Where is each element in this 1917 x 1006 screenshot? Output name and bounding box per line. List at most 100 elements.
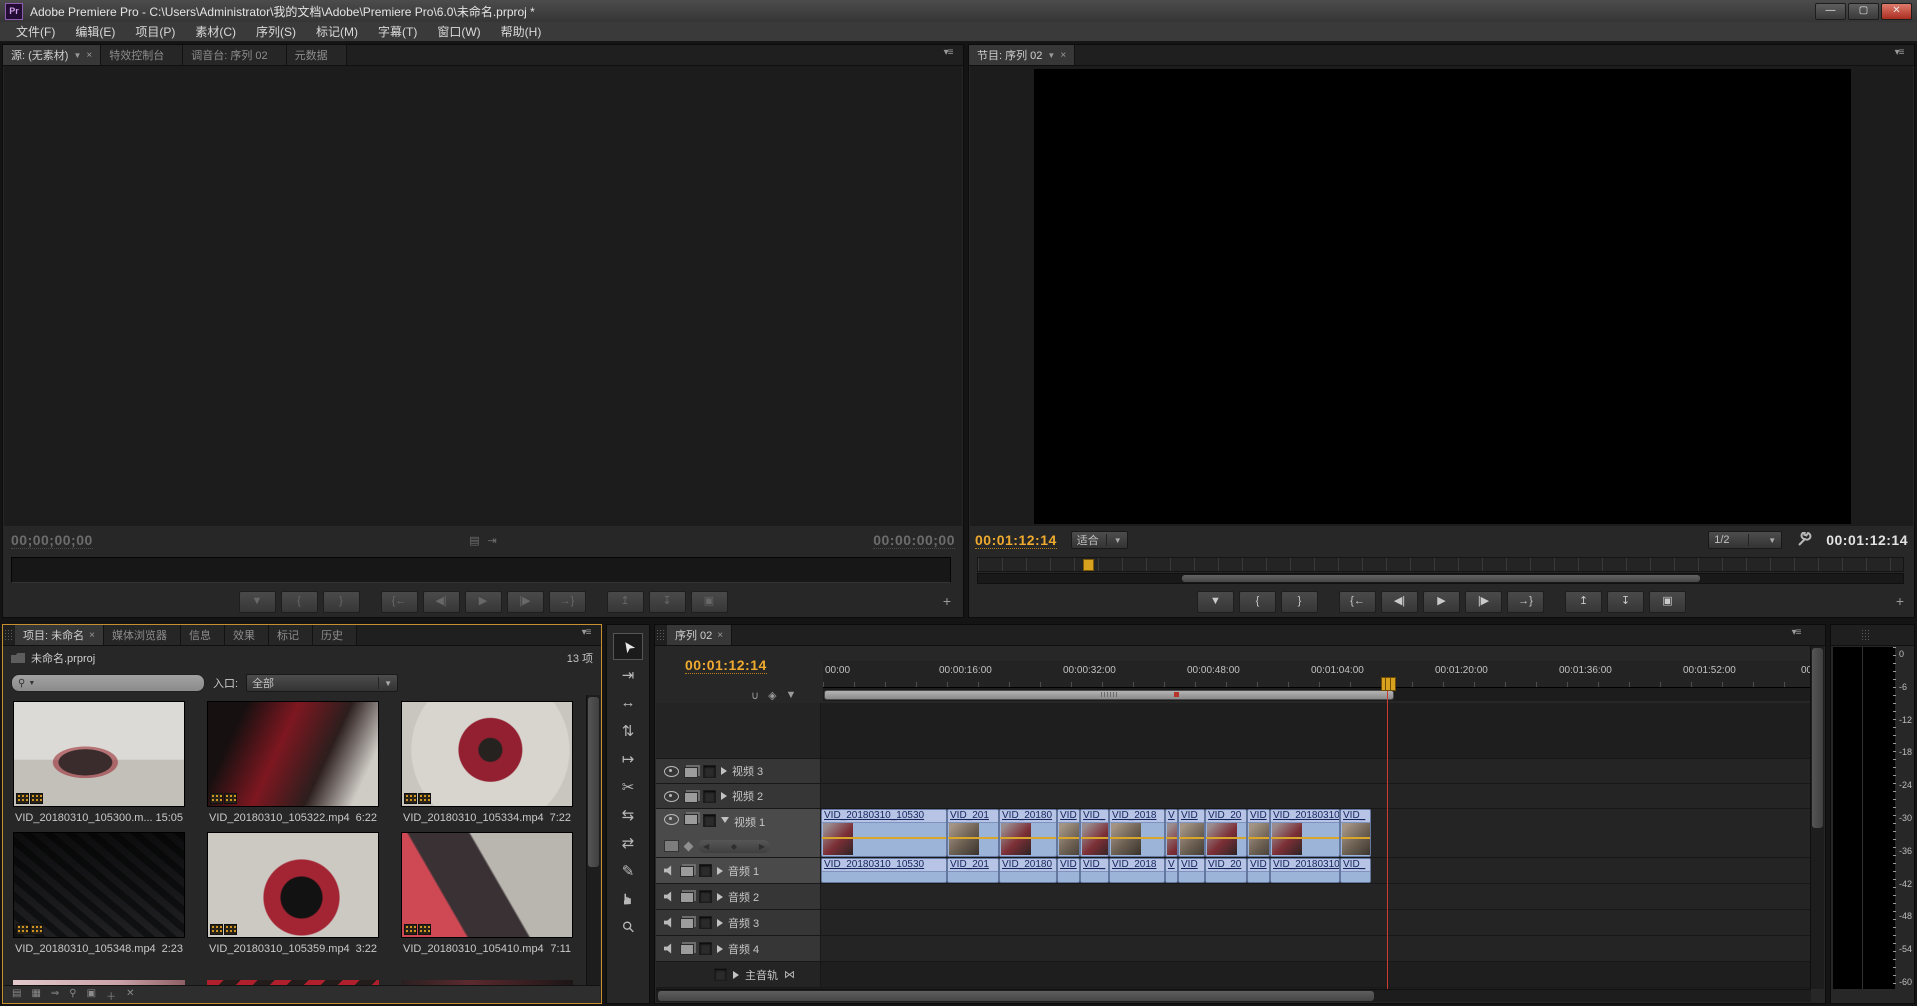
video-clip[interactable]: VID [1247, 809, 1270, 857]
project-item[interactable]: VID_20180310_105410.mp4 7:11 [401, 832, 573, 957]
sequence-tab[interactable]: 序列 02 × [667, 625, 732, 645]
menu-item[interactable]: 帮助(H) [491, 23, 552, 40]
ripple-edit-tool[interactable]: ↔ [613, 689, 643, 716]
timeline-vertical-scrollbar[interactable] [1810, 646, 1824, 989]
lift-button[interactable]: ↥ [607, 591, 644, 613]
zoom-tool[interactable]: ⚲ [613, 913, 643, 940]
audio-clip[interactable]: VID_20 [1205, 858, 1247, 883]
track-lock-toggle[interactable] [714, 968, 727, 981]
lift-button[interactable]: ↥ [1565, 591, 1602, 613]
close-icon[interactable]: × [89, 630, 95, 641]
expand-track-icon[interactable] [717, 867, 723, 875]
project-item[interactable]: VID_20180310_105300.m... 15:05 [13, 701, 185, 826]
settings-wrench-icon[interactable] [1796, 532, 1812, 548]
toggle-track-output-icon[interactable] [664, 766, 679, 777]
audio-clip[interactable]: VID_20180310_10530 [821, 858, 947, 883]
add-marker-button[interactable]: ▼ [1197, 591, 1234, 613]
fit-icon[interactable]: ⇥ [488, 534, 497, 547]
expand-track-icon[interactable] [733, 971, 739, 979]
toggle-track-output-icon[interactable] [664, 943, 675, 954]
track-lock-toggle[interactable] [703, 790, 716, 803]
track-lock-toggle[interactable] [703, 814, 716, 827]
audio-clip[interactable]: V [1165, 858, 1178, 883]
program-seek-bar[interactable] [977, 557, 1904, 572]
keyframe-toggle[interactable] [684, 841, 694, 851]
extract-button[interactable]: ↧ [649, 591, 686, 613]
expand-track-icon[interactable] [721, 792, 727, 800]
expand-track-icon[interactable] [717, 893, 723, 901]
close-button[interactable]: ✕ [1881, 3, 1912, 20]
opacity-rubber-band[interactable] [1341, 837, 1370, 839]
opacity-rubber-band[interactable] [1110, 837, 1164, 839]
extract-button[interactable]: ↧ [1607, 591, 1644, 613]
button-editor-plus[interactable]: + [943, 593, 951, 609]
project-item[interactable]: VID_20180310_105348.mp4 2:23 [13, 832, 185, 957]
audio-1-track-content[interactable]: VID_20180310_10530 VID_201 VID_20180 [821, 858, 1811, 884]
prev-keyframe-icon[interactable]: ◀ [703, 842, 709, 851]
collapse-track-icon[interactable] [721, 817, 729, 823]
rate-stretch-tool[interactable]: ↦ [613, 745, 643, 772]
marker-button[interactable]: ▼ [786, 689, 797, 702]
close-icon[interactable]: × [1060, 50, 1066, 61]
export-frame-button[interactable]: ▣ [1649, 591, 1686, 613]
menu-item[interactable]: 素材(C) [185, 23, 246, 40]
project-tab[interactable]: 媒体浏览器 [104, 625, 181, 645]
opacity-rubber-band[interactable] [1000, 837, 1056, 839]
toggle-track-output-icon[interactable] [664, 891, 675, 902]
go-to-in-button[interactable]: {← [1339, 591, 1376, 613]
audio-clip[interactable]: VID_20180 [999, 858, 1057, 883]
menu-item[interactable]: 编辑(E) [65, 23, 125, 40]
source-tab[interactable]: 调音台: 序列 02 [183, 45, 286, 65]
panel-menu-icon[interactable]: ▾≡ [935, 47, 961, 58]
sync-lock-icon[interactable] [680, 866, 694, 877]
video-1-track-content[interactable]: VID_20180310_10530 VID_201 [821, 809, 1811, 858]
opacity-rubber-band[interactable] [1179, 837, 1204, 839]
mark-in-button[interactable]: { [1239, 591, 1276, 613]
sync-lock-icon[interactable] [684, 767, 698, 778]
project-item[interactable]: VID_20180310_105334.mp4 7:22 [401, 701, 573, 826]
step-forward-button[interactable]: |▶ [1465, 591, 1502, 613]
video-clip[interactable]: VID [1178, 809, 1205, 857]
selection-tool[interactable]: ➤ [613, 633, 643, 660]
razor-tool[interactable]: ✂ [613, 773, 643, 800]
audio-clip[interactable]: VID_ [1340, 858, 1371, 883]
zoom-level-dropdown[interactable]: 适合▼ [1071, 531, 1128, 549]
menu-item[interactable]: 文件(F) [6, 23, 65, 40]
add-marker-button[interactable]: ▼ [239, 591, 276, 613]
audio-clip[interactable]: VID_201 [947, 858, 999, 883]
chevron-down-icon[interactable]: ▼ [1047, 51, 1055, 60]
chevron-down-icon[interactable]: ▼ [28, 680, 35, 687]
project-item[interactable]: VID_20180310_105322.mp4 6:22 [207, 701, 379, 826]
project-scrollbar[interactable] [586, 695, 600, 989]
panel-grip[interactable] [4, 629, 14, 641]
opacity-rubber-band[interactable] [1166, 837, 1177, 839]
source-tab[interactable]: 源: (无素材) ▼ × [3, 45, 101, 65]
work-area-bar[interactable] [824, 690, 1394, 700]
audio-clip[interactable]: VID [1178, 858, 1205, 883]
entry-filter-dropdown[interactable]: 全部▼ [246, 674, 398, 692]
source-tab[interactable]: 元数据 [287, 45, 347, 65]
menu-item[interactable]: 窗口(W) [427, 23, 490, 40]
video-clip[interactable]: VID_ [1080, 809, 1109, 857]
menu-item[interactable]: 标记(M) [306, 23, 368, 40]
clear-button[interactable]: ✕ [126, 988, 134, 1001]
export-frame-button[interactable]: ▣ [691, 591, 728, 613]
panel-menu-icon[interactable]: ▾≡ [1886, 47, 1912, 58]
panel-grip[interactable] [656, 629, 666, 641]
project-tab[interactable]: 项目: 未命名 × [15, 625, 104, 645]
track-lock-toggle[interactable] [703, 765, 716, 778]
opacity-rubber-band[interactable] [1206, 837, 1246, 839]
project-file-name[interactable]: 未命名.prproj [31, 650, 95, 666]
menu-item[interactable]: 序列(S) [246, 23, 306, 40]
video-thumbnail[interactable] [401, 832, 573, 938]
playback-resolution-dropdown[interactable]: 1/2▼ [1708, 531, 1782, 549]
video-clip[interactable]: VID_201 [947, 809, 999, 857]
audio-clip[interactable]: VID [1247, 858, 1270, 883]
keyframe-navigator[interactable]: ◀◆▶ [698, 840, 770, 853]
video-clip[interactable]: VID_20180310_10530 [821, 809, 947, 857]
expand-track-icon[interactable] [717, 919, 723, 927]
video-clip[interactable]: VID_20180 [999, 809, 1057, 857]
pen-tool[interactable]: ✎ [613, 857, 643, 884]
panel-menu-icon[interactable]: ▾≡ [1783, 627, 1809, 638]
menu-item[interactable]: 项目(P) [125, 23, 185, 40]
